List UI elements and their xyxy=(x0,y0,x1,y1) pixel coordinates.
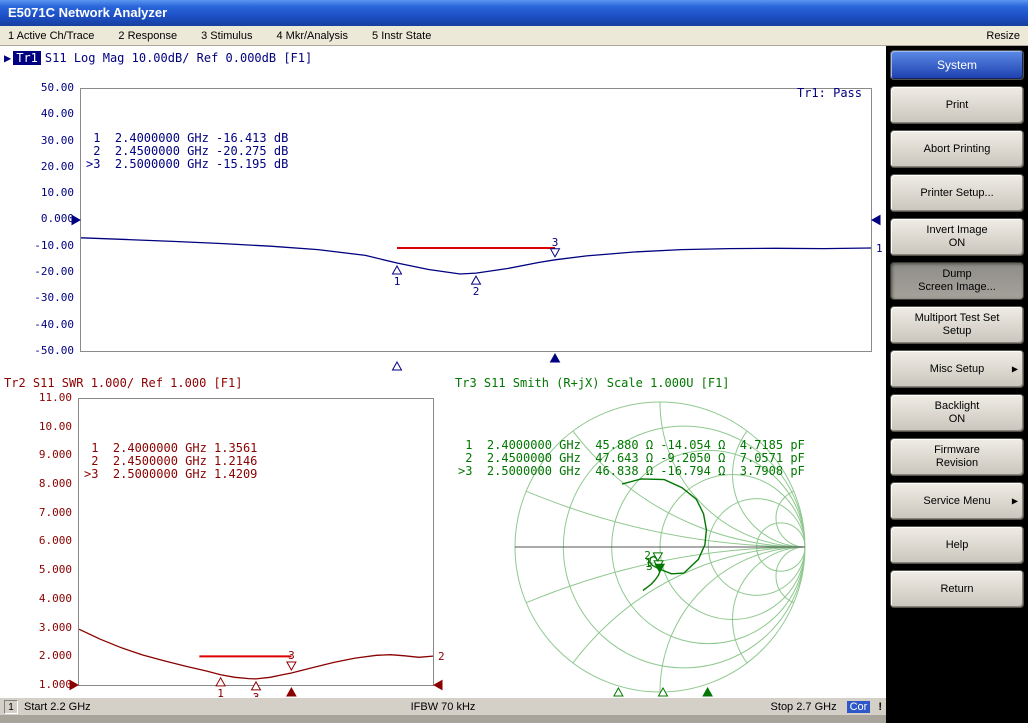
menu-items: 1 Active Ch/Trace 2 Response 3 Stimulus 4 M… xyxy=(8,30,986,42)
tr2-y-tick: 9.000 xyxy=(0,448,72,461)
svg-text:3: 3 xyxy=(646,560,653,573)
softkey-firmware-revision[interactable]: FirmwareRevision xyxy=(890,438,1024,476)
softkey-label: Setup xyxy=(943,325,972,338)
svg-text:2: 2 xyxy=(438,650,445,663)
softkey-label: Abort Printing xyxy=(924,143,991,156)
softkey-help[interactable]: Help xyxy=(890,526,1024,564)
resize-button[interactable]: Resize xyxy=(986,30,1020,42)
tr1-badge: Tr1 xyxy=(13,51,41,65)
tr3-marker-row: >3 2.5000000 GHz 46.838 Ω -16.794 Ω 3.79… xyxy=(458,465,805,478)
softkey-label: Misc Setup xyxy=(930,363,984,376)
tr2-y-tick: 7.000 xyxy=(0,506,72,519)
softkey-service-menu[interactable]: Service Menu ▶ xyxy=(890,482,1024,520)
menu-item[interactable]: 2 Response xyxy=(118,30,177,42)
alert-icon: ! xyxy=(878,701,882,713)
softkey-label: System xyxy=(937,59,977,72)
softkey-label: Invert Image xyxy=(926,224,987,237)
svg-text:3: 3 xyxy=(288,649,295,662)
menu-item[interactable]: 5 Instr State xyxy=(372,30,431,42)
softkey-label: Service Menu xyxy=(923,495,990,508)
tr1-y-tick: -40.00 xyxy=(0,318,74,331)
channel-indicator[interactable]: 1 xyxy=(4,700,18,714)
menu-item[interactable]: 1 Active Ch/Trace xyxy=(8,30,94,42)
tr2-y-tick: 3.000 xyxy=(0,621,72,634)
softkey-printer-setup[interactable]: Printer Setup... xyxy=(890,174,1024,212)
tr1-y-tick: 40.00 xyxy=(0,107,74,120)
softkey-invert-image[interactable]: Invert ImageON xyxy=(890,218,1024,256)
ifbw-value: IFBW 70 kHz xyxy=(411,701,476,713)
softkey-label: Print xyxy=(946,99,969,112)
tr2-y-tick: 2.000 xyxy=(0,649,72,662)
bottom-strip xyxy=(0,715,886,723)
tr2-y-tick: 5.000 xyxy=(0,563,72,576)
trace-display-area: ▶Tr1 S11 Log Mag 10.00dB/ Ref 0.000dB [F1… xyxy=(0,46,886,697)
softkey-label: Revision xyxy=(936,457,978,470)
softkey-multiport-test-set-setup[interactable]: Multiport Test SetSetup xyxy=(890,306,1024,344)
tr1-marker-row: >3 2.5000000 GHz -15.195 dB xyxy=(86,158,288,171)
softkey-state: ON xyxy=(949,237,966,250)
submenu-arrow-icon: ▶ xyxy=(1012,363,1018,376)
tr2-y-tick: 11.00 xyxy=(0,391,72,404)
tr1-marker-table: 1 2.4000000 GHz -16.413 dB 2 2.4500000 G… xyxy=(86,93,288,171)
softkey-label: Printer Setup... xyxy=(920,187,993,200)
menu-item[interactable]: 4 Mkr/Analysis xyxy=(276,30,348,42)
tr1-limit-result: Tr1: Pass xyxy=(690,86,862,100)
softkey-return[interactable]: Return xyxy=(890,570,1024,608)
softkey-label: Dump xyxy=(942,268,971,281)
svg-text:1: 1 xyxy=(394,275,401,288)
softkey-sidebar: System Print Abort Printing Printer Setu… xyxy=(886,46,1028,723)
tr2-marker-table: 1 2.4000000 GHz 1.3561 2 2.4500000 GHz 1… xyxy=(84,403,257,481)
tr1-y-axis: 50.00 40.00 30.00 20.00 10.00 0.000 -10.00 -20.… xyxy=(0,81,74,357)
tr2-header[interactable]: Tr2 S11 SWR 1.000/ Ref 1.000 [F1] xyxy=(4,376,242,390)
softkey-misc-setup[interactable]: Misc Setup ▶ xyxy=(890,350,1024,388)
softkey-backlight[interactable]: BacklightON xyxy=(890,394,1024,432)
menu-bar: 1 Active Ch/Trace 2 Response 3 Stimulus 4 M… xyxy=(0,26,1028,46)
active-trace-arrow-icon: ▶ xyxy=(4,51,11,65)
softkey-menu-title-system: System xyxy=(890,50,1024,80)
tr2-y-tick: 4.000 xyxy=(0,592,72,605)
stop-frequency: Stop 2.7 GHz xyxy=(771,701,837,713)
tr2-y-axis: 11.00 10.00 9.000 8.000 7.000 6.000 5.000 4.000… xyxy=(0,391,72,691)
svg-text:1: 1 xyxy=(876,242,883,255)
window-title: E5071C Network Analyzer xyxy=(8,5,167,20)
tr1-y-tick: 30.00 xyxy=(0,134,74,147)
tr1-y-tick: 50.00 xyxy=(0,81,74,94)
svg-text:3: 3 xyxy=(552,236,559,249)
softkey-print[interactable]: Print xyxy=(890,86,1024,124)
softkey-abort-printing[interactable]: Abort Printing xyxy=(890,130,1024,168)
tr1-y-tick: 0.000 xyxy=(0,212,74,225)
tr1-y-tick: -10.00 xyxy=(0,239,74,252)
status-bar: 1 Start 2.2 GHz IFBW 70 kHz Stop 2.7 GHz… xyxy=(0,697,886,715)
tr1-y-tick: 10.00 xyxy=(0,186,74,199)
correction-badge: Cor xyxy=(847,701,871,713)
softkey-dump-screen-image[interactable]: DumpScreen Image... xyxy=(890,262,1024,300)
tr2-y-tick: 1.000 xyxy=(0,678,72,691)
tr3-marker-table: 1 2.4000000 GHz 45.880 Ω -14.054 Ω 4.718… xyxy=(458,400,805,478)
svg-text:2: 2 xyxy=(473,285,480,298)
tr2-y-tick: 6.000 xyxy=(0,534,72,547)
tr1-y-tick: -50.00 xyxy=(0,344,74,357)
softkey-label: Backlight xyxy=(935,400,980,413)
softkey-state: ON xyxy=(949,413,966,426)
tr1-y-tick: -20.00 xyxy=(0,265,74,278)
softkey-label: Help xyxy=(946,539,969,552)
tr3-header[interactable]: Tr3 S11 Smith (R+jX) Scale 1.000U [F1] xyxy=(455,376,730,390)
tr2-y-tick: 8.000 xyxy=(0,477,72,490)
tr2-y-tick: 10.00 xyxy=(0,420,72,433)
tr1-header-text: S11 Log Mag 10.00dB/ Ref 0.000dB [F1] xyxy=(45,51,312,65)
softkey-label: Firmware xyxy=(934,444,980,457)
application-window: E5071C Network Analyzer 1 Active Ch/Trac… xyxy=(0,0,1028,723)
tr1-header[interactable]: ▶Tr1 S11 Log Mag 10.00dB/ Ref 0.000dB [F1… xyxy=(4,51,312,65)
softkey-label: Multiport Test Set xyxy=(915,312,1000,325)
softkey-label: Return xyxy=(940,583,973,596)
start-frequency: Start 2.2 GHz xyxy=(24,701,91,713)
title-bar[interactable]: E5071C Network Analyzer xyxy=(0,0,1028,26)
tr2-marker-row: >3 2.5000000 GHz 1.4209 xyxy=(84,468,257,481)
tr1-y-tick: 20.00 xyxy=(0,160,74,173)
submenu-arrow-icon: ▶ xyxy=(1012,495,1018,508)
tr1-y-tick: -30.00 xyxy=(0,291,74,304)
menu-item[interactable]: 3 Stimulus xyxy=(201,30,252,42)
softkey-label: Screen Image... xyxy=(918,281,996,294)
